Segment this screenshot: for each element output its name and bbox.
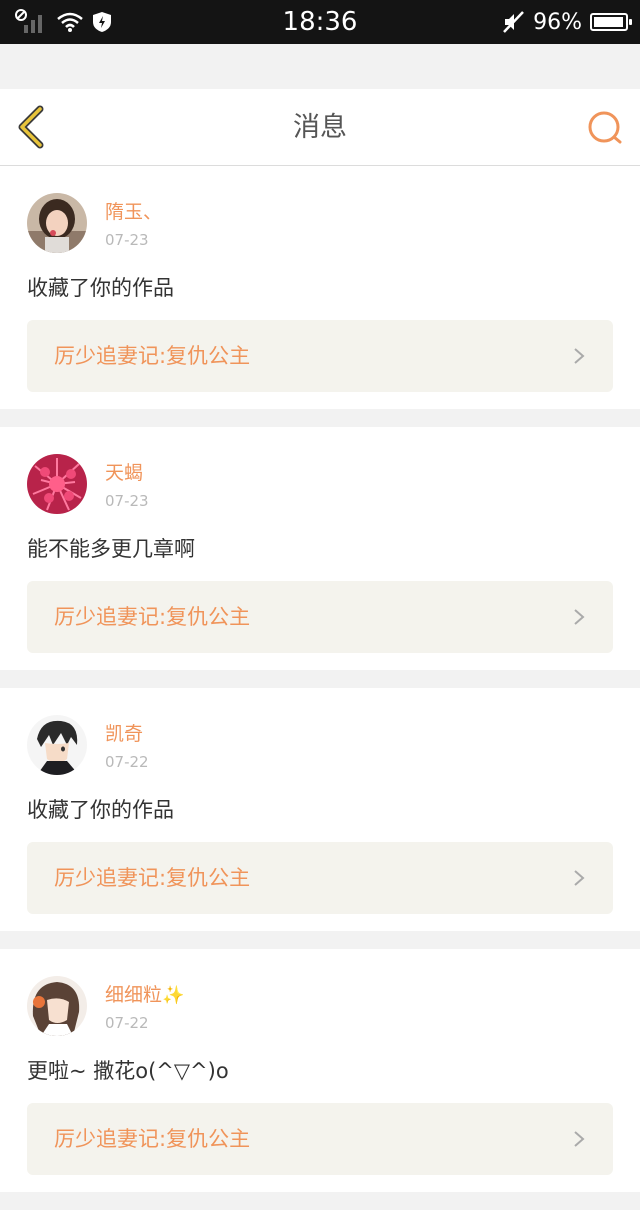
battery-icon (590, 13, 632, 31)
nav-header: 消息 (0, 89, 640, 166)
chevron-right-icon (574, 870, 585, 886)
work-title: 厉少追妻记:复仇公主 (54, 605, 251, 629)
message-content: 更啦~ 撒花o(^▽^)o (27, 1059, 229, 1083)
message-content: 收藏了你的作品 (27, 276, 174, 300)
username[interactable]: 天蝎 (105, 461, 143, 485)
message-date: 07-23 (105, 231, 149, 249)
page-title: 消息 (293, 112, 347, 143)
message-card: 凯奇 07-22 收藏了你的作品 厉少追妻记:复仇公主 (0, 688, 640, 931)
message-date: 07-23 (105, 492, 149, 510)
search-icon[interactable] (586, 109, 626, 149)
anime-girl-avatar-icon (27, 976, 87, 1036)
avatar[interactable] (27, 454, 87, 514)
username[interactable]: 细细粒✨ (105, 983, 184, 1008)
status-bar: 18:36 96% (0, 0, 640, 44)
battery-percent: 96% (533, 9, 582, 35)
sparkle-icon: ✨ (162, 985, 185, 1006)
message-card: 天蝎 07-23 能不能多更几章啊 厉少追妻记:复仇公主 (0, 427, 640, 670)
username-text: 细细粒 (105, 984, 163, 1006)
message-content: 收藏了你的作品 (27, 798, 174, 822)
work-title: 厉少追妻记:复仇公主 (54, 866, 251, 890)
username[interactable]: 隋玉、 (105, 200, 162, 224)
work-title: 厉少追妻记:复仇公主 (54, 1127, 251, 1151)
chevron-right-icon (574, 609, 585, 625)
message-date: 07-22 (105, 753, 149, 771)
anime-boy-avatar-icon (27, 715, 87, 775)
work-title: 厉少追妻记:复仇公主 (54, 344, 251, 368)
message-card: 细细粒✨ 07-22 更啦~ 撒花o(^▽^)o 厉少追妻记:复仇公主 (0, 949, 640, 1192)
message-list: 隋玉、 07-23 收藏了你的作品 厉少追妻记:复仇公主 天蝎 07-23 能不… (0, 166, 640, 1210)
message-date: 07-22 (105, 1014, 149, 1032)
girl-avatar-icon (27, 193, 87, 253)
chevron-right-icon (574, 348, 585, 364)
work-link[interactable]: 厉少追妻记:复仇公主 (27, 581, 613, 653)
mute-icon (503, 11, 524, 33)
message-content: 能不能多更几章啊 (27, 537, 195, 561)
work-link[interactable]: 厉少追妻记:复仇公主 (27, 1103, 613, 1175)
pink-flower-avatar-icon (27, 454, 87, 514)
chevron-right-icon (574, 1131, 585, 1147)
status-icons-right: 96% (501, 8, 632, 36)
work-link[interactable]: 厉少追妻记:复仇公主 (27, 842, 613, 914)
avatar[interactable] (27, 715, 87, 775)
avatar[interactable] (27, 976, 87, 1036)
username[interactable]: 凯奇 (105, 722, 143, 746)
message-card: 隋玉、 07-23 收藏了你的作品 厉少追妻记:复仇公主 (0, 166, 640, 409)
battery-fill (594, 17, 623, 27)
work-link[interactable]: 厉少追妻记:复仇公主 (27, 320, 613, 392)
avatar[interactable] (27, 193, 87, 253)
